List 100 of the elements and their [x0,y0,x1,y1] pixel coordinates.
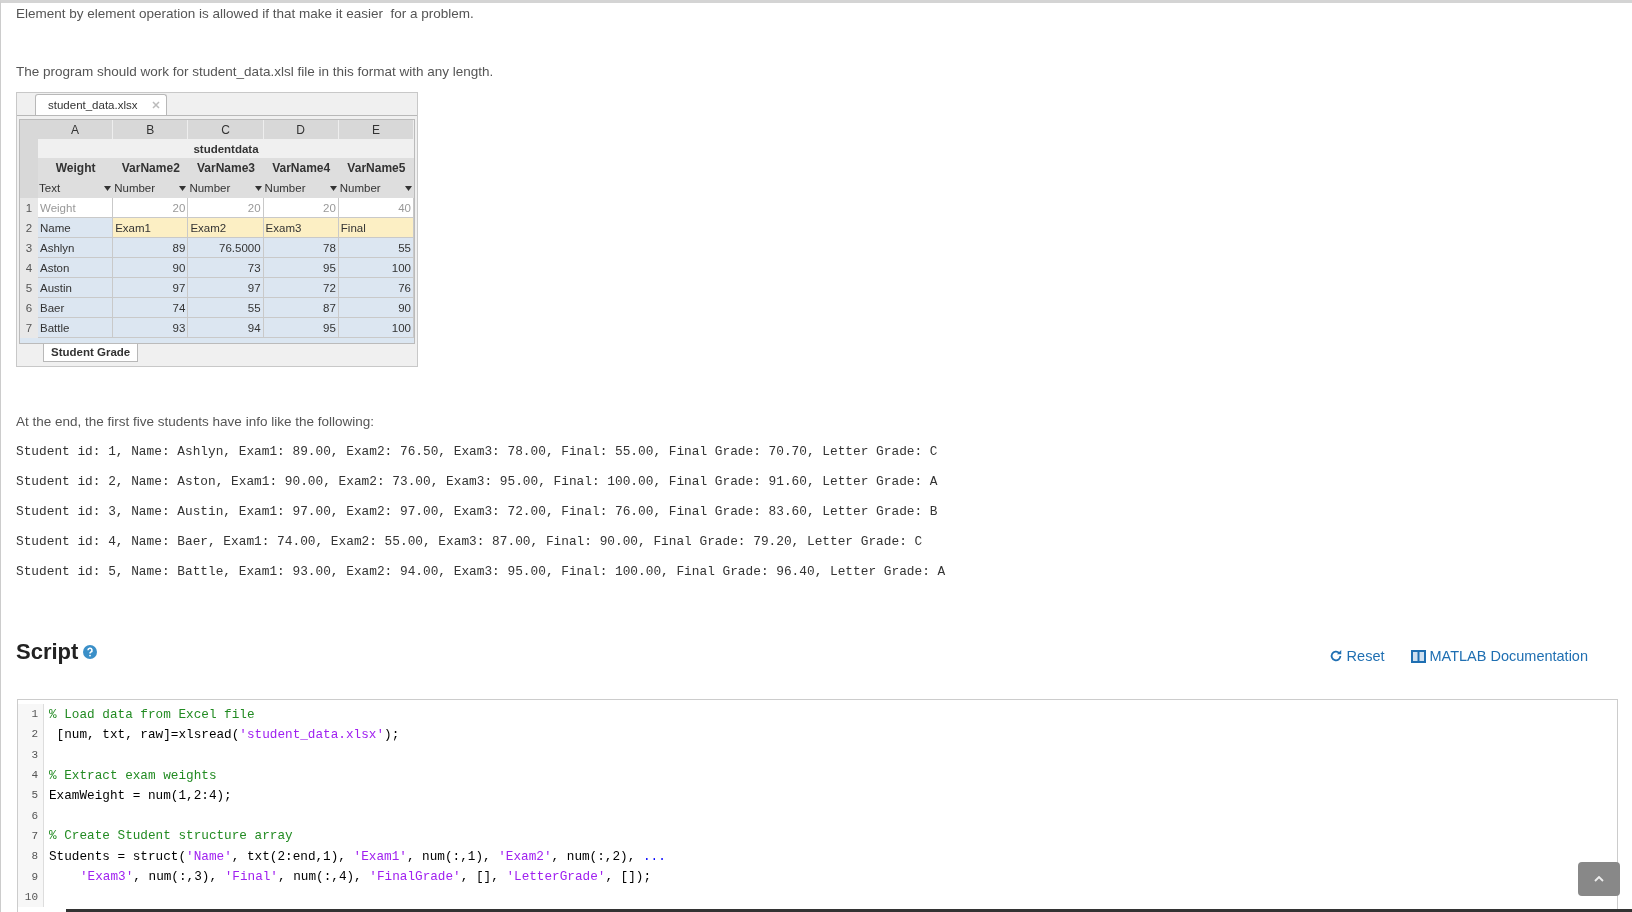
line-number: 2 [18,724,44,745]
line-number: 6 [18,805,44,826]
table-cell: 95 [263,258,339,278]
table-cell: 74 [113,298,189,318]
table-cell: 55 [188,298,264,318]
table-cell: Baer [38,298,114,318]
row-number: 5 [20,278,38,298]
table-cell: 97 [188,278,264,298]
table-cell: 78 [263,238,339,258]
column-header[interactable]: B [113,120,189,139]
column-header[interactable]: A [38,120,114,139]
output-line: Student id: 3, Name: Austin, Exam1: 97.00, Exam2: 97.00, Exam3: 72.00, Final: 76.00, Final Grade: 83.60, Letter Grade: B [16,503,939,521]
output-line: Student id: 5, Name: Battle, Exam1: 93.00, Exam2: 94.00, Exam3: 95.00, Final: 100.00, Final Grade: 96.40, Letter Grade: A [16,563,947,581]
table-cell: 90 [338,298,414,318]
table-cell: Weight [38,198,114,218]
line-number: 3 [18,744,44,765]
line-number: 10 [18,886,44,907]
table-title: studentdata [38,139,414,158]
dropdown-icon [179,185,187,191]
table-cell: 55 [338,238,414,258]
table-cell: Exam1 [113,218,189,238]
line-number: 5 [18,785,44,806]
output-line: Student id: 2, Name: Aston, Exam1: 90.00, Exam2: 73.00, Exam3: 95.00, Final: 100.00, Final Grade: 91.60, Letter Grade: A [16,473,939,491]
line-number: 7 [18,825,44,847]
variable-name: VarName2 [113,158,189,178]
table-cell: Battle [38,318,114,338]
paragraph: The program should work for student_data.xlsl file in this format with any length. [16,63,495,81]
close-icon[interactable] [151,101,160,109]
code-line: [num, txt, raw]=xlsread('student_data.xlsx'); [55,726,400,742]
table-cell: 97 [113,278,189,298]
documentation-link[interactable]: MATLAB Documentation [1410,648,1588,664]
variable-type-dropdown[interactable]: Number [263,178,339,198]
section-title: Script [16,639,79,665]
paragraph: At the end, the first five students have info like the following: [16,413,375,431]
variable-type-dropdown[interactable]: Number [188,178,264,198]
scroll-to-top-button[interactable] [1578,862,1620,896]
table-cell: Austin [38,278,114,298]
table-cell: 76.5000 [188,238,264,258]
row-number: 7 [20,318,38,338]
variable-type-dropdown[interactable]: Number [113,178,189,198]
dropdown-icon [104,185,112,191]
table-cell: Exam3 [263,218,339,238]
column-header[interactable]: D [263,120,339,139]
refresh-icon [1328,649,1343,663]
table-cell: 90 [113,258,189,278]
variable-name: VarName3 [188,158,264,178]
row-number: 4 [20,258,38,278]
table-cell: 73 [188,258,264,278]
table-cell: Final [338,218,414,238]
variable-type-dropdown[interactable]: Text [38,178,114,198]
table-cell: 87 [263,298,339,318]
row-number: 1 [20,198,38,218]
line-number: 9 [18,866,44,887]
help-icon[interactable] [83,645,98,659]
output-line: Student id: 4, Name: Baer, Exam1: 74.00, Exam2: 55.00, Exam3: 87.00, Final: 90.00, Final Grade: 79.20, Letter Grade: C [16,533,924,551]
table-cell: 20 [263,198,339,218]
table-cell: 76 [338,278,414,298]
line-number: 1 [18,704,44,725]
column-header[interactable]: C [188,120,264,139]
table-cell: 93 [113,318,189,338]
column-header[interactable]: E [338,120,414,139]
code-line: % Create Student structure array [48,828,293,844]
sheet-tab[interactable]: Student Grade [43,344,139,362]
output-line: Student id: 1, Name: Ashlyn, Exam1: 89.00, Exam2: 76.50, Exam3: 78.00, Final: 55.00, Final Grade: 70.70, Letter Grade: C [16,443,939,461]
code-line: % Extract exam weights [48,767,217,783]
line-number: 4 [18,764,44,786]
code-line: Students = struct('Name', txt(2:end,1), 'Exam1', num(:,1), 'Exam2', num(:,2), ... [48,848,666,864]
reset-link[interactable]: Reset [1328,648,1385,664]
row-number: 6 [20,298,38,318]
table-cell: Ashlyn [38,238,114,258]
variable-name: VarName5 [338,158,414,178]
variable-name: Weight [38,158,114,178]
table-cell: 95 [263,318,339,338]
table-cell: 20 [188,198,264,218]
table-cell: 100 [338,258,414,278]
table-cell: 89 [113,238,189,258]
paragraph: Element by element operation is allowed if that make it easier for a problem. [16,5,475,23]
table-cell: 20 [113,198,189,218]
chevron-up-icon [1594,876,1604,882]
book-icon [1410,649,1426,663]
line-number: 8 [18,846,44,867]
row-number: 3 [20,238,38,258]
code-line: ExamWeight = num(1,2:4); [48,787,232,803]
code-line: 'Exam3', num(:,3), 'Final', num(:,4), 'FinalGrade', [], 'LetterGrade', []); [79,869,652,884]
row-number: 2 [20,218,38,238]
dropdown-icon [405,185,412,191]
dropdown-icon [254,185,262,191]
variable-type-dropdown[interactable]: Number [338,178,414,198]
variable-name: VarName4 [263,158,339,178]
table-cell: 94 [188,318,264,338]
file-tab[interactable]: student_data.xlsx [35,94,167,115]
table-cell: 72 [263,278,339,298]
file-tab-label: student_data.xlsx [48,99,138,111]
table-cell: Exam2 [188,218,264,238]
code-line: % Load data from Excel file [48,706,255,722]
table-cell: 40 [338,198,414,218]
table-cell: Name [38,218,114,238]
table-cell: Aston [38,258,114,278]
table-cell: 100 [338,318,414,338]
dropdown-icon [329,185,337,191]
